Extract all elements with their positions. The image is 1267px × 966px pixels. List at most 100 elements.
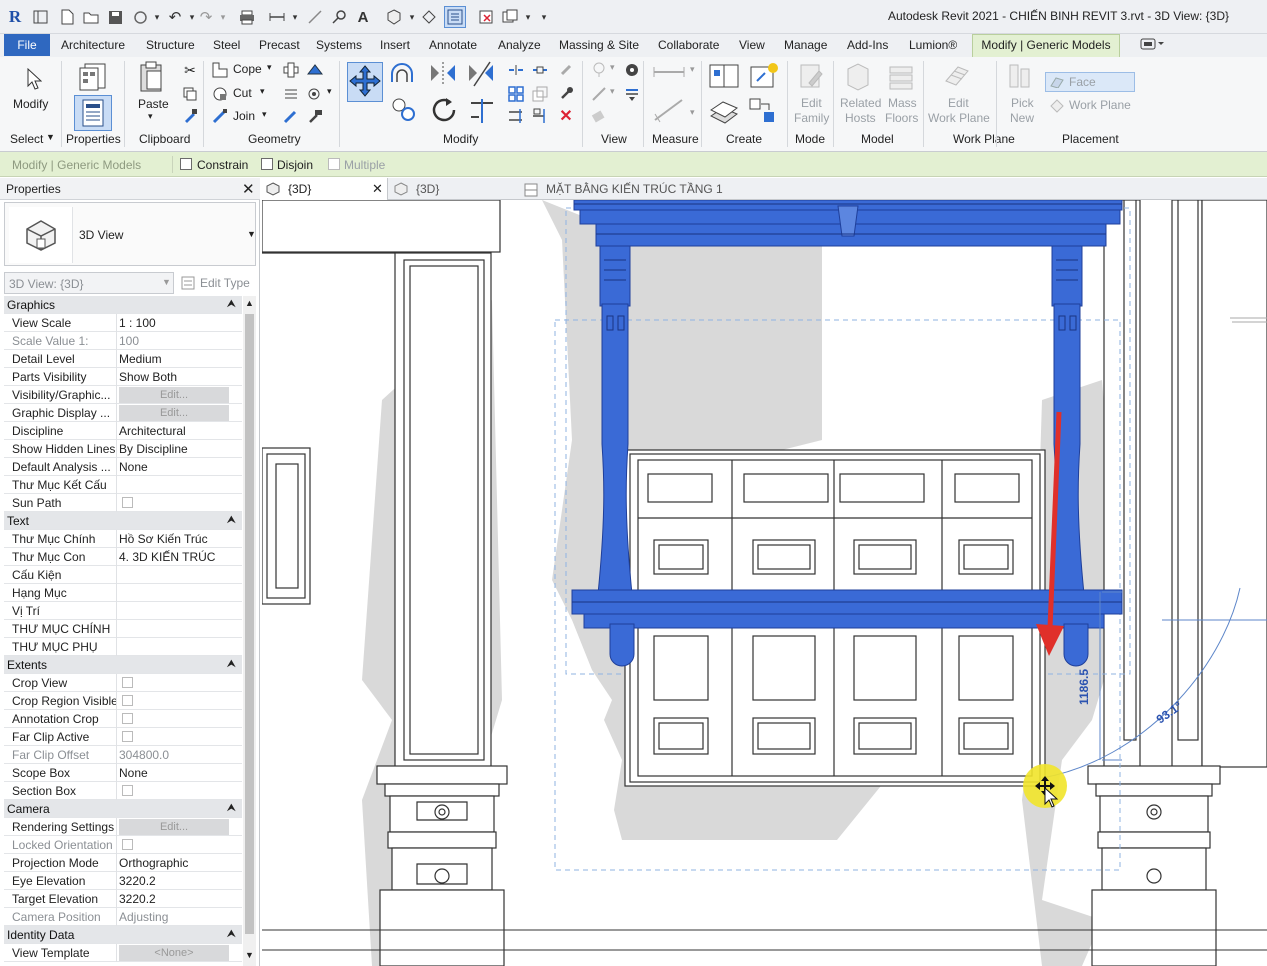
collapse-icon[interactable]: ⮝ <box>227 802 236 815</box>
section-icon[interactable] <box>420 8 438 26</box>
view-tab-3d-active[interactable]: {3D} ✕ <box>262 178 388 200</box>
edit-work-plane-icon[interactable] <box>942 60 972 92</box>
edit-work-plane-button[interactable]: Edit <box>948 96 969 110</box>
split-gap-icon[interactable] <box>531 61 549 79</box>
property-checkbox[interactable] <box>122 731 133 742</box>
property-row[interactable]: Section Box <box>4 782 242 800</box>
scale-icon[interactable] <box>531 85 549 103</box>
close-icon[interactable]: ✕ <box>372 178 383 200</box>
unpin-icon[interactable] <box>557 61 575 79</box>
chevron-down-icon[interactable]: ▾ <box>267 62 272 73</box>
mass-floors-icon[interactable] <box>886 60 916 92</box>
pick-new-host-button[interactable]: Pick <box>1011 96 1034 110</box>
offset-icon[interactable] <box>388 61 420 87</box>
property-row[interactable]: Scale Value 1: 100 <box>4 332 242 350</box>
tag-icon[interactable] <box>330 8 348 26</box>
property-row[interactable]: Far Clip Offset 304800.0 <box>4 746 242 764</box>
property-edit-button[interactable]: Edit... <box>119 405 229 421</box>
property-section-header[interactable]: Camera ⮝ <box>4 800 242 818</box>
property-row[interactable]: Thư Mục Kết Cấu <box>4 476 242 494</box>
property-checkbox[interactable] <box>122 695 133 706</box>
paint-icon[interactable] <box>306 85 324 103</box>
tab-annotate[interactable]: Annotate <box>429 38 477 52</box>
chevron-down-icon[interactable]: ▾ <box>262 109 267 120</box>
property-value[interactable]: 100 <box>119 334 227 348</box>
property-value[interactable]: 3220.2 <box>119 874 227 888</box>
property-row[interactable]: Discipline Architectural <box>4 422 242 440</box>
save-icon[interactable] <box>106 8 124 26</box>
property-row[interactable]: Show Hidden Lines By Discipline <box>4 440 242 458</box>
drawing-canvas[interactable]: 1186.5 93.1° <box>262 200 1267 966</box>
property-edit-button[interactable]: Edit... <box>119 387 229 403</box>
3d-view-icon[interactable] <box>385 8 403 26</box>
customize-toolbar-icon[interactable]: ▾ <box>535 8 553 26</box>
array-icon[interactable] <box>507 85 525 103</box>
collapse-icon[interactable]: ⮝ <box>227 298 236 311</box>
copy-icon[interactable] <box>181 85 199 103</box>
scroll-down-icon[interactable]: ▼ <box>245 950 254 960</box>
paste-button[interactable]: Paste <box>138 97 169 111</box>
cut-geometry-icon[interactable] <box>211 85 229 103</box>
property-row[interactable]: THƯ MỤC PHỤ <box>4 638 242 656</box>
tab-steel[interactable]: Steel <box>213 38 240 52</box>
property-value[interactable]: Adjusting <box>119 910 227 924</box>
cope-icon[interactable] <box>211 61 229 79</box>
property-row[interactable]: Rendering Settings Edit... <box>4 818 242 836</box>
tab-analyze[interactable]: Analyze <box>498 38 541 52</box>
modify-cursor-icon[interactable] <box>22 65 46 93</box>
property-value[interactable]: Architectural <box>119 424 227 438</box>
scroll-up-icon[interactable]: ▲ <box>245 298 254 308</box>
measure-between-icon[interactable] <box>651 63 687 81</box>
sync-icon[interactable] <box>131 8 149 26</box>
chevron-down-icon[interactable]: ▾ <box>403 8 421 26</box>
wall-joins-icon[interactable] <box>282 61 300 79</box>
create-similar-icon[interactable] <box>747 95 781 127</box>
property-row[interactable]: View Scale 1 : 100 <box>4 314 242 332</box>
tab-massing-site[interactable]: Massing & Site <box>559 38 639 52</box>
property-section-header[interactable]: Graphics ⮝ <box>4 296 242 314</box>
ribbon-minimize-icon[interactable] <box>1140 37 1164 54</box>
delete-icon[interactable]: ✕ <box>557 107 575 125</box>
property-value[interactable]: 304800.0 <box>119 748 227 762</box>
cut-button[interactable]: Cut <box>233 86 252 100</box>
property-row[interactable]: Far Clip Active <box>4 728 242 746</box>
hammer-icon[interactable] <box>306 107 324 125</box>
trim-multiple-icon[interactable] <box>507 107 525 125</box>
property-checkbox[interactable] <box>122 785 133 796</box>
chevron-down-icon[interactable]: ▾ <box>327 86 332 97</box>
move-button[interactable] <box>347 62 383 102</box>
work-plane-placement-button[interactable]: Work Plane <box>1048 97 1138 115</box>
join-icon[interactable] <box>211 107 229 125</box>
tab-architecture[interactable]: Architecture <box>61 38 125 52</box>
create-assembly-icon[interactable] <box>707 60 741 92</box>
property-value[interactable]: 3220.2 <box>119 892 227 906</box>
property-value[interactable]: 1 : 100 <box>119 316 227 330</box>
related-hosts-button[interactable]: Related <box>840 96 881 110</box>
property-row[interactable]: Target Elevation 3220.2 <box>4 890 242 908</box>
new-file-icon[interactable] <box>58 8 76 26</box>
chevron-down-icon[interactable]: ▼ <box>247 229 256 239</box>
property-row[interactable]: Crop Region Visible <box>4 692 242 710</box>
pick-new-host-icon[interactable] <box>1005 60 1035 92</box>
home-icon[interactable] <box>31 8 49 26</box>
hide-in-view-icon[interactable] <box>590 61 608 79</box>
view-tab-3d[interactable]: {3D} <box>392 178 512 200</box>
property-row[interactable]: Eye Elevation 3220.2 <box>4 872 242 890</box>
dimension-length-label[interactable]: 1186.5 <box>1077 669 1091 705</box>
disjoin-checkbox[interactable] <box>261 158 273 170</box>
view-tab-floor-plan[interactable]: MẶT BẰNG KIẾN TRÚC TẦNG 1 <box>522 178 782 200</box>
text-icon[interactable]: A <box>354 8 372 26</box>
modify-button[interactable]: Modify <box>13 97 48 111</box>
instance-filter-dropdown[interactable]: 3D View: {3D} ▼ <box>4 272 174 294</box>
property-edit-button[interactable]: <None> <box>119 945 229 961</box>
property-value[interactable]: Medium <box>119 352 227 366</box>
paste-icon[interactable] <box>136 60 168 94</box>
revit-logo-icon[interactable]: R <box>6 7 24 26</box>
thin-lines-icon[interactable] <box>444 6 466 28</box>
property-row[interactable]: Scope Box None <box>4 764 242 782</box>
properties-scrollbar[interactable]: ▲ ▼ <box>243 296 256 966</box>
property-edit-button[interactable]: Edit... <box>119 819 229 835</box>
open-folder-icon[interactable] <box>82 8 100 26</box>
copy-element-icon[interactable] <box>388 95 420 125</box>
rotate-icon[interactable] <box>428 95 460 125</box>
